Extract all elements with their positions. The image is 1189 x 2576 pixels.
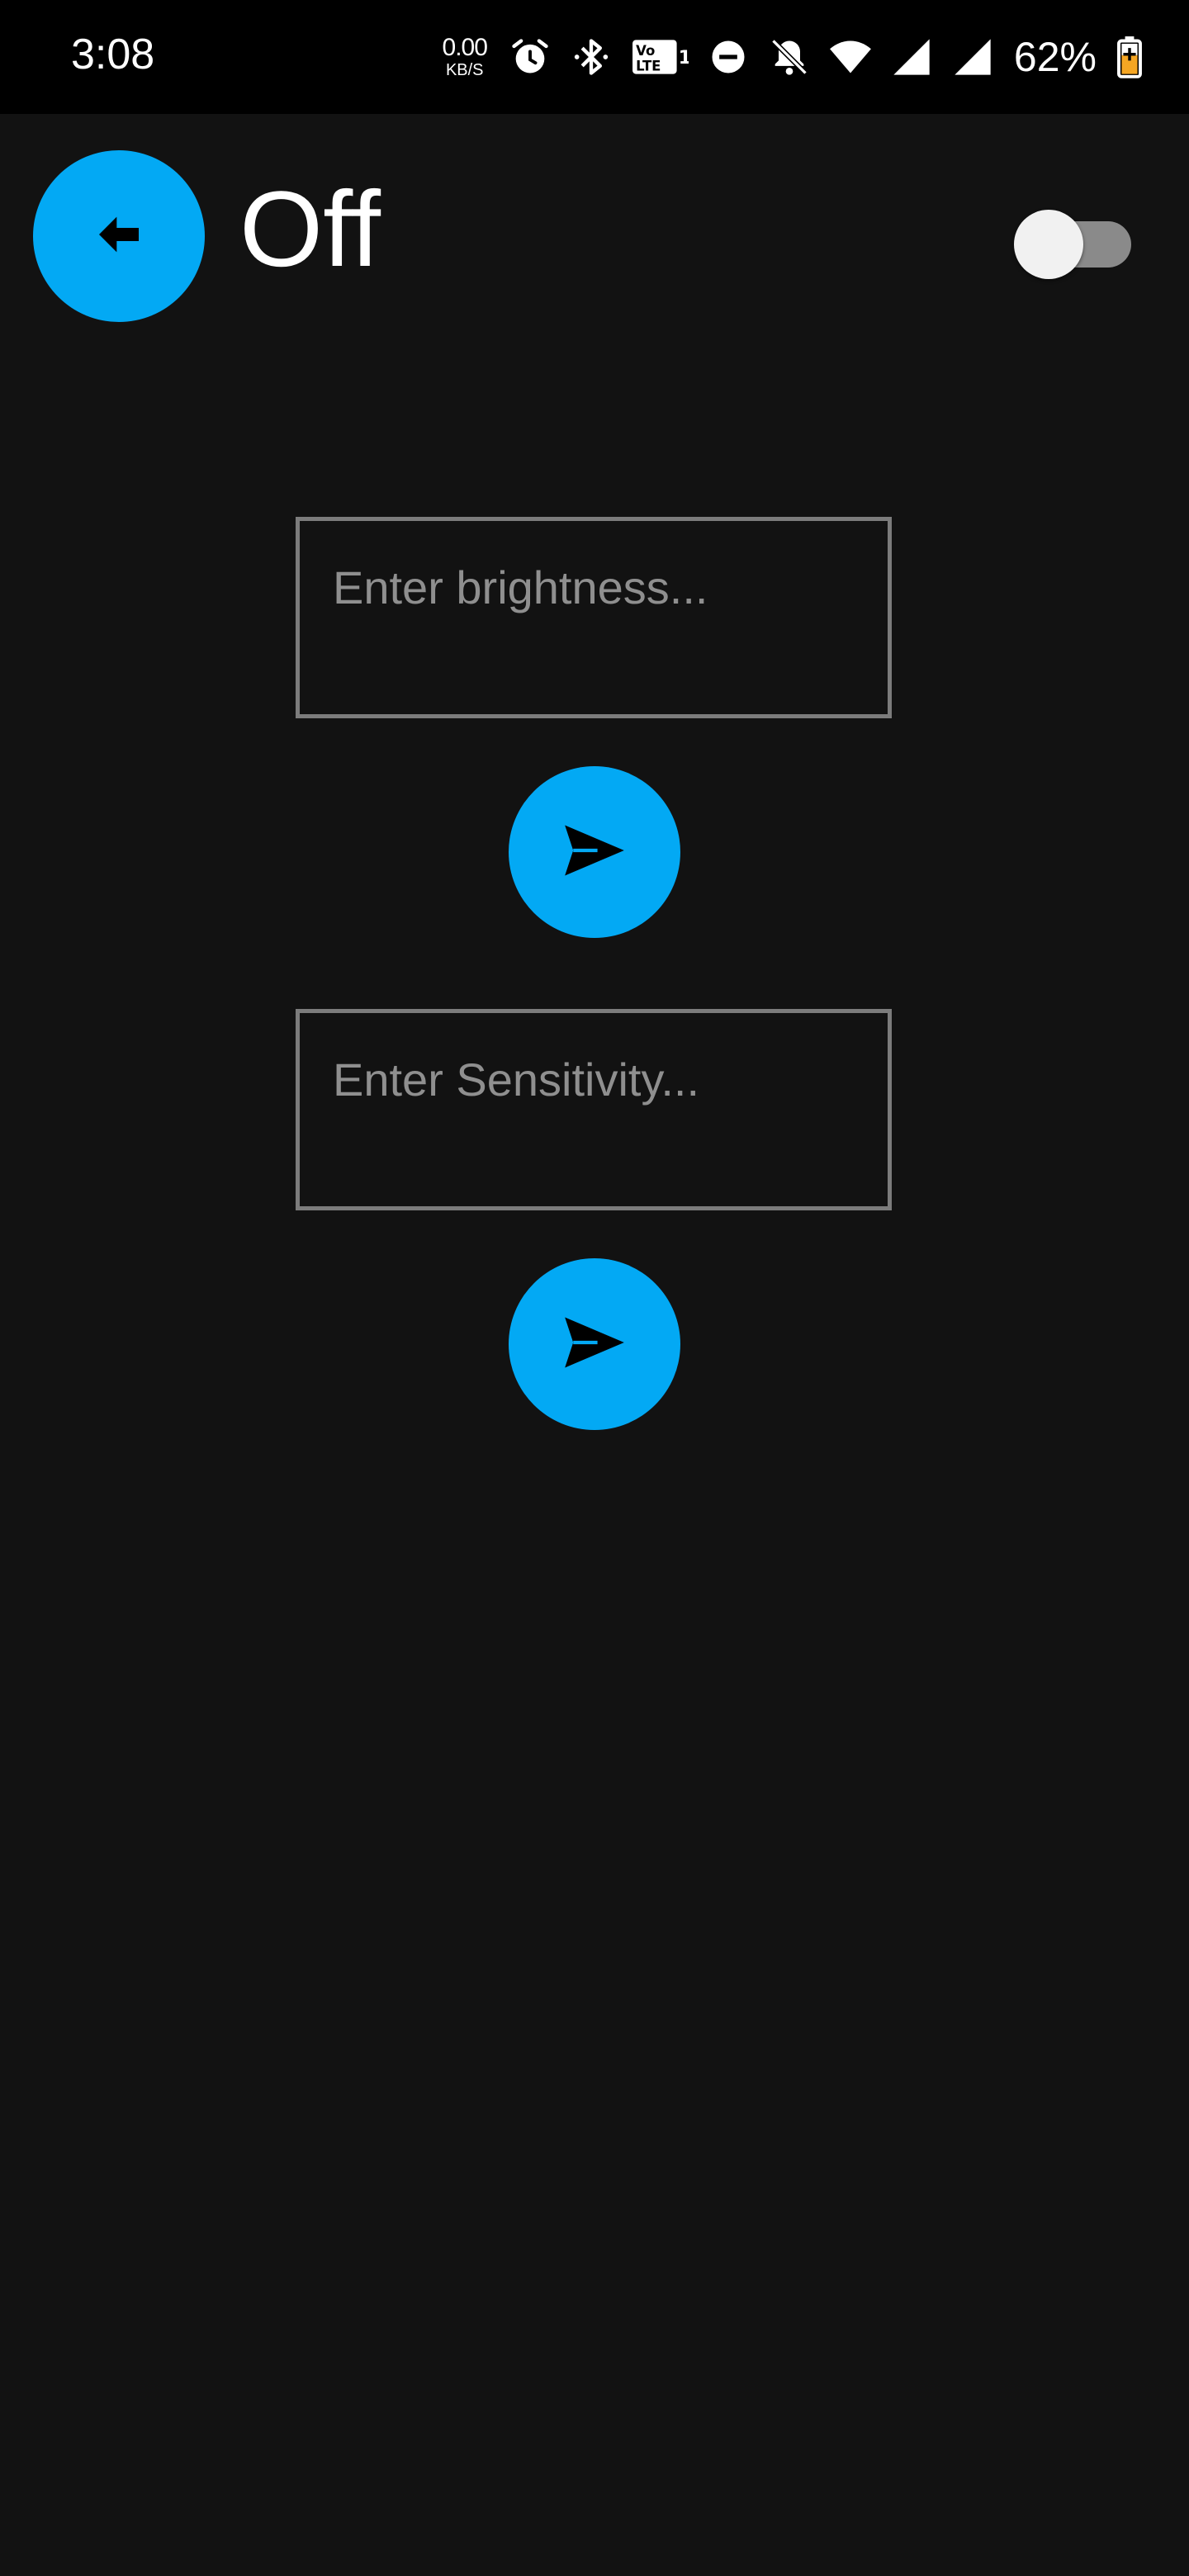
notifications-off-icon	[768, 36, 811, 78]
wifi-icon	[829, 36, 872, 78]
battery-percent: 62%	[1013, 34, 1097, 80]
alarm-icon	[509, 36, 552, 78]
status-bar: 3:08 0.00 KB/S VoLTE 1	[0, 0, 1189, 114]
sensitivity-field	[296, 1009, 892, 1210]
status-time: 3:08	[71, 31, 155, 78]
power-toggle[interactable]	[1014, 198, 1131, 279]
send-brightness-button[interactable]	[509, 766, 680, 938]
toggle-thumb	[1014, 210, 1083, 279]
svg-text:LTE: LTE	[636, 58, 661, 73]
volte-icon: VoLTE 1	[631, 36, 689, 78]
battery-charging-icon	[1115, 36, 1144, 78]
brightness-field	[296, 517, 892, 718]
dnd-icon	[707, 36, 750, 78]
back-button[interactable]	[33, 150, 205, 322]
send-sensitivity-button[interactable]	[509, 1258, 680, 1430]
brightness-input[interactable]	[333, 561, 861, 614]
page-title: Off	[239, 168, 381, 289]
app-screen: 3:08 0.00 KB/S VoLTE 1	[0, 0, 1189, 2576]
svg-text:1: 1	[679, 47, 689, 69]
signal-icon	[890, 36, 933, 78]
status-icons: 0.00 KB/S VoLTE 1	[443, 25, 1144, 89]
sensitivity-input[interactable]	[333, 1053, 861, 1106]
send-icon	[559, 815, 630, 890]
arrow-back-icon	[92, 208, 145, 265]
signal-icon	[951, 36, 994, 78]
network-speed: 0.00 KB/S	[442, 34, 488, 79]
network-speed-unit: KB/S	[445, 61, 484, 79]
bluetooth-icon	[570, 36, 613, 78]
svg-text:Vo: Vo	[636, 43, 655, 59]
send-icon	[559, 1307, 630, 1382]
network-speed-value: 0.00	[442, 34, 488, 61]
